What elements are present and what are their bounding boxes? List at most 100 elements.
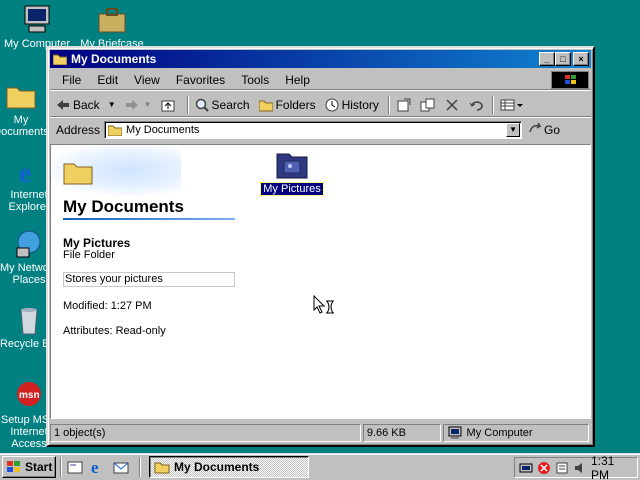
volume-icon[interactable] [573,461,587,475]
header-underline [63,218,235,220]
history-icon [325,98,339,112]
back-button[interactable]: Back ▼ [56,98,116,112]
selected-item-type: File Folder [63,249,115,261]
pictures-folder-icon [276,151,308,179]
network-tray-icon[interactable] [519,461,533,475]
search-icon [195,98,209,112]
outlook-express-icon[interactable] [112,458,130,476]
toolbar-separator [186,95,189,114]
scheduler-icon[interactable] [555,461,569,475]
folders-label: Folders [275,97,316,112]
start-label: Start [25,460,53,474]
clock[interactable]: 1:31 PM [591,454,625,480]
chevron-down-icon[interactable]: ▼ [144,100,152,109]
file-item-label: My Pictures [260,182,324,196]
window-title: My Documents [71,52,157,66]
standard-toolbar: Back ▼ ▼ Search Folders History [50,93,591,117]
menu-file[interactable]: File [54,73,89,87]
selected-item-description: Stores your pictures [63,272,235,287]
file-item-my-pictures[interactable]: My Pictures [260,151,324,196]
maximize-button[interactable]: □ [555,52,571,66]
internet-explorer-icon[interactable]: e [89,458,107,477]
views-icon[interactable] [500,97,524,113]
status-zone-label: My Computer [466,426,533,439]
folder-content: My Documents My Pictures File Folder Sto… [50,144,591,419]
address-bar: Address My Documents ▼ Go [50,119,591,141]
windows-logo-icon [551,71,589,89]
desktop-icon-my-briefcase[interactable]: My Briefcase [77,4,147,50]
menu-bar: File Edit View Favorites Tools Help [50,70,591,90]
menu-favorites[interactable]: Favorites [168,73,233,87]
computer-icon [448,426,462,439]
title-bar[interactable]: My Documents _ □ × [50,50,591,68]
forward-arrow-icon [125,98,139,112]
svg-text:e: e [91,458,99,476]
status-size: 9.66 KB [362,423,441,442]
busy-cursor-icon [313,294,337,315]
internet-explorer-icon: e [13,155,45,189]
system-tray: 1:31 PM [514,454,638,480]
minimize-button[interactable]: _ [539,52,555,66]
history-label: History [341,97,379,112]
quicklaunch-separator [139,457,141,477]
move-to-icon[interactable] [396,97,412,113]
msn-icon: msn [13,380,45,412]
webview-header: My Documents [63,197,184,216]
taskbar-button-label: My Documents [174,460,260,474]
go-arrow-icon [528,122,544,139]
address-value: My Documents [126,124,200,136]
chevron-down-icon[interactable]: ▼ [108,100,116,109]
status-object-count: 1 object(s) [50,423,361,442]
address-input[interactable]: My Documents ▼ [104,121,523,139]
folders-button[interactable]: Folders [258,97,316,112]
svg-text:e: e [19,158,31,187]
briefcase-icon [96,4,128,36]
back-label: Back [73,97,100,112]
folders-icon [258,98,274,112]
history-button[interactable]: History [325,98,379,112]
quicklaunch-separator [60,457,62,477]
network-icon [13,228,45,260]
menu-edit[interactable]: Edit [89,73,126,87]
close-button[interactable]: × [573,52,589,66]
menu-help[interactable]: Help [277,73,318,87]
back-arrow-icon [56,98,70,112]
delete-icon[interactable] [444,97,460,113]
up-folder-icon [161,98,175,112]
folder-icon [108,125,123,136]
folder-icon [154,462,170,474]
menu-tools[interactable]: Tools [233,73,277,87]
taskbar: Start e My Documents 1:31 PM [0,453,640,480]
go-label: Go [544,123,561,137]
show-desktop-icon[interactable] [66,458,84,476]
status-zone: My Computer [442,423,589,442]
toolbar-separator [387,95,390,114]
selected-item-name: My Pictures [63,236,131,250]
address-dropdown-button[interactable]: ▼ [506,123,521,137]
disconnected-icon[interactable] [537,461,551,475]
folder-icon [53,54,67,65]
selected-item-modified: Modified: 1:27 PM [63,300,152,312]
start-button[interactable]: Start [2,456,56,478]
undo-icon[interactable] [468,97,484,113]
forward-button[interactable]: ▼ [125,98,152,112]
address-label: Address [56,123,101,137]
search-label: Search [211,97,250,112]
computer-icon [21,4,53,36]
menu-view[interactable]: View [126,73,168,87]
copy-to-icon[interactable] [420,97,436,113]
recycle-bin-icon [13,304,45,336]
desktop-icon-my-computer[interactable]: My Computer [2,4,72,50]
svg-text:msn: msn [19,390,40,401]
taskbar-button-my-documents[interactable]: My Documents [149,456,309,478]
up-button[interactable] [161,98,178,112]
folder-icon [63,159,93,185]
windows-logo-icon [6,460,22,474]
explorer-window: My Documents _ □ × File Edit View Favori… [46,46,595,447]
selected-item-attributes: Attributes: Read-only [63,325,166,337]
status-bar: 1 object(s) 9.66 KB My Computer [50,422,591,443]
search-button[interactable]: Search [195,98,250,112]
folder-icon [5,80,37,112]
go-button[interactable]: Go [528,122,560,139]
toolbar-separator [491,95,494,114]
